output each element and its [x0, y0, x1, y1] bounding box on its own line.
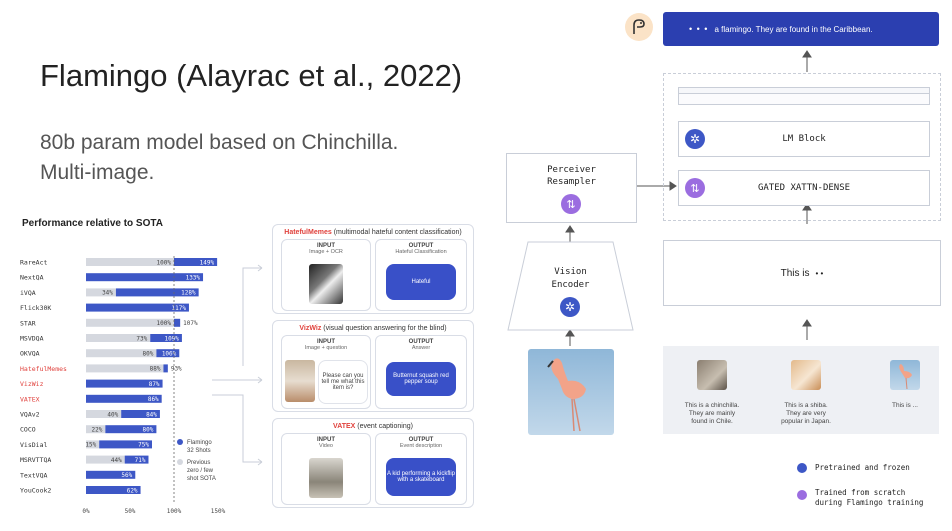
vision-encoder-label-line-2: Encoder [551, 280, 590, 290]
perceiver-label-line-2: Resampler [547, 177, 596, 187]
trainable-icon: ⇅ [685, 178, 705, 198]
output-text: a flamingo. They are found in the Caribb… [714, 24, 873, 34]
shiba-caption: This is a shiba. They are very popular i… [769, 402, 843, 426]
snowflake-icon: ✲ [560, 297, 580, 317]
few-shot-examples-box: This is a chinchilla. They are mainly fo… [663, 346, 939, 434]
shiba-image [791, 360, 821, 390]
output-text-box: • • • a flamingo. They are found in the … [663, 12, 939, 46]
gated-xattn-label: GATED XATTN-DENSE [757, 183, 851, 193]
flamingo-query-caption: This is ... [891, 402, 918, 409]
flamingo-thumb-image [890, 360, 920, 390]
chinchilla-caption-line-1: This is a chinchilla. [684, 402, 740, 409]
gated-xattn-block: ⇅ GATED XATTN-DENSE [678, 170, 930, 206]
chinchilla-caption: This is a chinchilla. They are mainly fo… [677, 402, 747, 426]
flamingo-bird-drawing [547, 358, 586, 432]
flamingo-logo-glyph [633, 19, 645, 34]
chinchilla-caption-line-3: found in Chile. [691, 418, 733, 425]
architecture-legend: Pretrained and frozen Trained from scrat… [787, 452, 939, 522]
stacked-layer [678, 93, 930, 105]
chinchilla-caption-line-2: They are mainly [688, 410, 736, 417]
trained-legend-dot [797, 490, 807, 500]
prompt-dots: • • [815, 268, 824, 278]
trained-legend-label-2: during Flamingo training [815, 498, 924, 507]
vision-encoder-label: Vision Encoder [506, 266, 635, 292]
perceiver-label-line-1: Perceiver [547, 165, 596, 175]
trainable-icon: ⇅ [561, 194, 581, 214]
perceiver-label: Perceiver Resampler [507, 164, 636, 188]
lm-block: ✲ LM Block [678, 121, 930, 157]
lm-block-label: LM Block [782, 134, 826, 144]
prompt-text: This is [780, 267, 810, 279]
flamingo-input-image [528, 349, 614, 435]
trained-legend-label-1: Trained from scratch [815, 488, 906, 497]
frozen-legend-dot [797, 463, 807, 473]
shiba-caption-line-2: They are very [786, 410, 826, 417]
prompt-box: This is • • [663, 240, 941, 306]
vision-encoder-label-line-1: Vision [554, 267, 587, 277]
frozen-legend-label: Pretrained and frozen [815, 463, 910, 472]
shiba-caption-line-3: popular in Japan. [781, 418, 831, 425]
flamingo-thumb-drawing [899, 364, 912, 390]
flamingo-logo-icon [625, 13, 653, 41]
shiba-caption-line-1: This is a shiba. [784, 402, 828, 409]
snowflake-icon: ✲ [685, 129, 705, 149]
chinchilla-image [697, 360, 727, 390]
perceiver-resampler: Perceiver Resampler ⇅ [506, 153, 637, 223]
output-dots: • • • [689, 24, 709, 34]
